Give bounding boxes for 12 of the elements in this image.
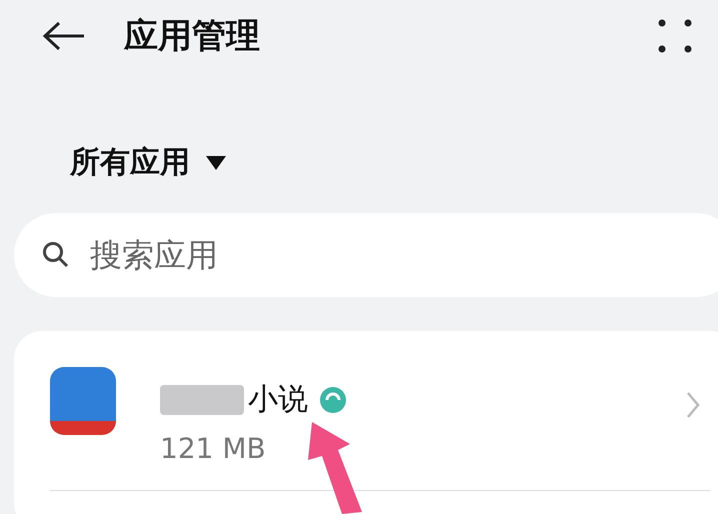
back-icon[interactable] — [42, 21, 86, 51]
app-size: 121 MB — [160, 431, 267, 467]
dropdown-icon — [206, 156, 226, 170]
search-field[interactable]: 搜索应用 — [14, 213, 718, 297]
page-title: 应用管理 — [124, 14, 260, 58]
app-icon — [50, 367, 116, 435]
app-name: 小说 — [248, 381, 308, 419]
filter-dropdown[interactable]: 所有应用 — [70, 140, 226, 185]
chevron-right-icon — [686, 391, 700, 419]
more-icon[interactable] — [658, 19, 692, 53]
search-input[interactable]: 搜索应用 — [90, 231, 490, 279]
search-icon — [42, 241, 70, 269]
